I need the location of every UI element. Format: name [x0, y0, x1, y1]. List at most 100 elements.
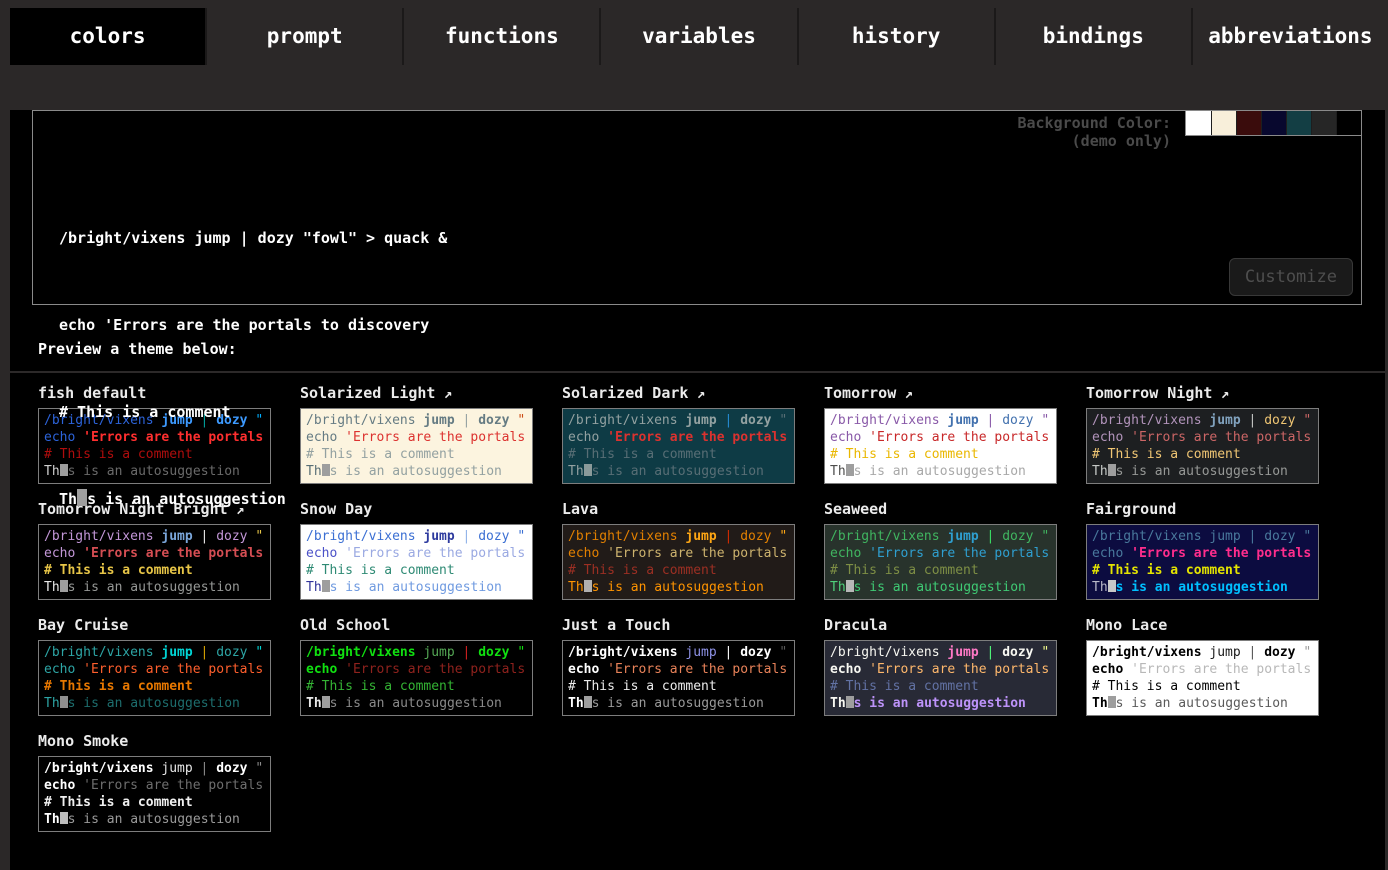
external-link-icon[interactable]: ↗ [688, 386, 705, 402]
theme-card: Tomorrow Night ↗ /bright/vixens jump | do… [1086, 381, 1319, 484]
external-link-icon[interactable]: ↗ [1212, 386, 1229, 402]
sample-command-line: /bright/vixens jump | dozy "fowl" > quac… [59, 224, 447, 253]
preview-autosuggestion-line: Ths is an autosuggestion [568, 463, 789, 480]
preview-comment-line: # This is a comment [1092, 446, 1313, 463]
theme-title: Mono Lace [1086, 616, 1319, 634]
preview-comment-line: # This is a comment [568, 678, 789, 695]
background-swatch[interactable] [1261, 111, 1286, 135]
cursor-block [1108, 464, 1116, 476]
theme-card: Bay Cruise/bright/vixens jump | dozy "ec… [38, 613, 271, 716]
fish-config-page: colorspromptfunctionsvariableshistorybin… [10, 0, 1388, 870]
preview-autosuggestion-line: Ths is an autosuggestion [44, 695, 265, 712]
preview-autosuggestion-line: Ths is an autosuggestion [44, 579, 265, 596]
theme-title[interactable]: Solarized Dark ↗ [562, 384, 795, 402]
background-swatch[interactable] [1311, 111, 1336, 135]
theme-card: Mono Lace/bright/vixens jump | dozy "ech… [1086, 613, 1319, 716]
cursor-block [584, 464, 592, 476]
theme-preview[interactable]: /bright/vixens jump | dozy "echo 'Errors… [824, 408, 1057, 484]
theme-preview[interactable]: /bright/vixens jump | dozy "echo 'Errors… [824, 524, 1057, 600]
preview-comment-line: # This is a comment [1092, 562, 1313, 579]
theme-title: Fairground [1086, 500, 1319, 518]
theme-card: Old School/bright/vixens jump | dozy "ec… [300, 613, 533, 716]
background-swatch[interactable] [1336, 111, 1361, 135]
sample-comment-line: # This is a comment [59, 398, 447, 427]
tab-prompt[interactable]: prompt [205, 8, 402, 65]
preview-autosuggestion-line: Ths is an autosuggestion [830, 695, 1051, 712]
preview-command-line: /bright/vixens jump | dozy " [1092, 412, 1313, 429]
cursor-block [1108, 696, 1116, 708]
preview-command-line: /bright/vixens jump | dozy " [830, 412, 1051, 429]
preview-command-line: /bright/vixens jump | dozy " [44, 760, 265, 777]
preview-string-line: echo 'Errors are the portals [306, 661, 527, 678]
theme-preview[interactable]: /bright/vixens jump | dozy "echo 'Errors… [562, 408, 795, 484]
theme-preview[interactable]: /bright/vixens jump | dozy "echo 'Errors… [38, 640, 271, 716]
theme-title: Bay Cruise [38, 616, 271, 634]
preview-command-line: /bright/vixens jump | dozy " [44, 644, 265, 661]
theme-preview[interactable]: /bright/vixens jump | dozy "echo 'Errors… [562, 640, 795, 716]
tab-history[interactable]: history [797, 8, 994, 65]
tab-colors[interactable]: colors [10, 8, 205, 65]
theme-card: Seaweed/bright/vixens jump | dozy "echo … [824, 497, 1057, 600]
sample-string-line: echo 'Errors are the portals to discover… [59, 311, 447, 340]
preview-command-line: /bright/vixens jump | dozy " [1092, 644, 1313, 661]
theme-title: Old School [300, 616, 533, 634]
background-swatch[interactable] [1286, 111, 1311, 135]
preview-command-line: /bright/vixens jump | dozy " [830, 528, 1051, 545]
preview-autosuggestion-line: Ths is an autosuggestion [1092, 579, 1313, 596]
preview-autosuggestion-line: Ths is an autosuggestion [830, 463, 1051, 480]
preview-autosuggestion-line: Ths is an autosuggestion [306, 579, 527, 596]
theme-title[interactable]: Tomorrow Night ↗ [1086, 384, 1319, 402]
preview-string-line: echo 'Errors are the portals [568, 545, 789, 562]
theme-title[interactable]: Tomorrow ↗ [824, 384, 1057, 402]
theme-card: Tomorrow ↗ /bright/vixens jump | dozy "ec… [824, 381, 1057, 484]
cursor-block [60, 812, 68, 824]
background-color-label: Background Color: (demo only) [1017, 114, 1171, 150]
preview-string-line: echo 'Errors are the portals [830, 429, 1051, 446]
theme-preview[interactable]: /bright/vixens jump | dozy "echo 'Errors… [1086, 408, 1319, 484]
cursor-block [77, 489, 87, 506]
tab-bar: colorspromptfunctionsvariableshistorybin… [10, 0, 1388, 65]
preview-autosuggestion-line: Ths is an autosuggestion [1092, 463, 1313, 480]
autosuggestion-text: s is an autosuggestion [87, 490, 286, 508]
preview-string-line: echo 'Errors are the portals [1092, 661, 1313, 678]
cursor-block [846, 580, 854, 592]
cursor-block [584, 696, 592, 708]
tab-bindings[interactable]: bindings [994, 8, 1191, 65]
preview-autosuggestion-line: Ths is an autosuggestion [306, 695, 527, 712]
cursor-block [60, 580, 68, 592]
theme-title: Mono Smoke [38, 732, 271, 750]
theme-preview[interactable]: /bright/vixens jump | dozy "echo 'Errors… [824, 640, 1057, 716]
cursor-block [322, 696, 330, 708]
preview-comment-line: # This is a comment [830, 446, 1051, 463]
background-swatch-row [1185, 110, 1362, 136]
preview-autosuggestion-line: Ths is an autosuggestion [1092, 695, 1313, 712]
theme-preview[interactable]: /bright/vixens jump | dozy "echo 'Errors… [300, 640, 533, 716]
tab-functions[interactable]: functions [402, 8, 599, 65]
theme-preview[interactable]: /bright/vixens jump | dozy "echo 'Errors… [1086, 640, 1319, 716]
preview-command-line: /bright/vixens jump | dozy " [1092, 528, 1313, 545]
colors-tab-content: Background Color: (demo only) /bright/vi… [10, 110, 1388, 870]
theme-preview[interactable]: /bright/vixens jump | dozy "echo 'Errors… [38, 756, 271, 832]
preview-command-line: /bright/vixens jump | dozy " [568, 644, 789, 661]
customize-button[interactable]: Customize [1229, 258, 1353, 296]
theme-title: Lava [562, 500, 795, 518]
theme-preview[interactable]: /bright/vixens jump | dozy "echo 'Errors… [562, 524, 795, 600]
theme-card: Lava/bright/vixens jump | dozy "echo 'Er… [562, 497, 795, 600]
preview-command-line: /bright/vixens jump | dozy " [830, 644, 1051, 661]
theme-card: Fairground/bright/vixens jump | dozy "ec… [1086, 497, 1319, 600]
preview-string-line: echo 'Errors are the portals [1092, 429, 1313, 446]
preview-string-line: echo 'Errors are the portals [830, 661, 1051, 678]
external-link-icon[interactable]: ↗ [896, 386, 913, 402]
background-swatch[interactable] [1186, 111, 1211, 135]
theme-card: Mono Smoke/bright/vixens jump | dozy "ec… [38, 729, 271, 832]
background-color-label-line2: (demo only) [1017, 132, 1171, 150]
background-swatch[interactable] [1211, 111, 1236, 135]
tab-variables[interactable]: variables [599, 8, 796, 65]
cursor-block [846, 696, 854, 708]
tab-abbreviations[interactable]: abbreviations [1191, 8, 1388, 65]
theme-preview[interactable]: /bright/vixens jump | dozy "echo 'Errors… [1086, 524, 1319, 600]
theme-card: Just a Touch/bright/vixens jump | dozy "… [562, 613, 795, 716]
background-swatch[interactable] [1236, 111, 1261, 135]
preview-string-line: echo 'Errors are the portals [44, 777, 265, 794]
theme-title: Dracula [824, 616, 1057, 634]
